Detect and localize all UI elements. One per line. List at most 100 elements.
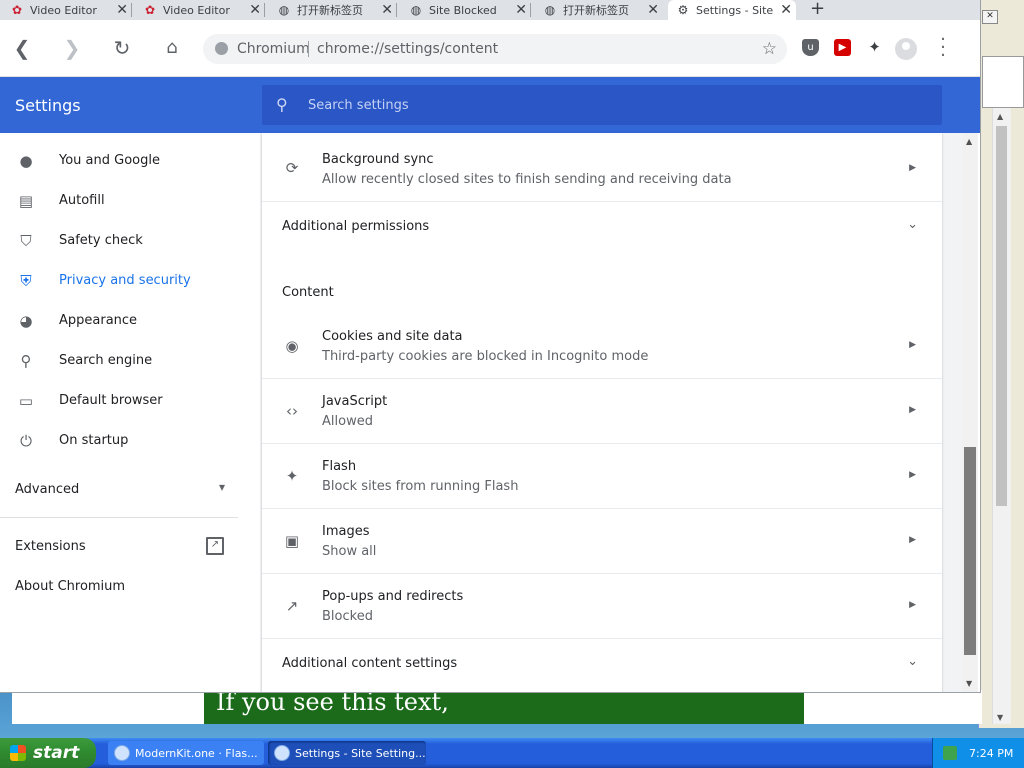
tab-5[interactable]: ◍ 打开新标签页 ✕ — [543, 0, 663, 20]
sidebar-item-label: Appearance — [59, 313, 138, 328]
images-row[interactable]: ▣ Images Show all ▶ — [262, 509, 942, 574]
tab-close-icon[interactable]: ✕ — [780, 2, 792, 18]
menu-dots-icon[interactable]: · · · — [938, 31, 948, 65]
shield-icon: ⛨ — [20, 272, 32, 290]
tab-close-icon[interactable]: ✕ — [249, 2, 261, 18]
network-icon[interactable] — [943, 746, 957, 760]
background-window-close-icon[interactable]: ✕ — [982, 10, 998, 24]
sidebar-item-safety-check[interactable]: ⛉ Safety check — [0, 221, 260, 261]
tab-1[interactable]: ✿ Video Editor ✕ — [10, 0, 132, 20]
open-external-icon: ↗ — [285, 597, 299, 615]
sidebar-extensions-link[interactable]: Extensions — [15, 539, 86, 554]
popups-row[interactable]: ↗ Pop-ups and redirects Blocked ▶ — [262, 574, 942, 639]
settings-scrollbar[interactable]: ▲ ▼ — [962, 133, 978, 692]
sidebar-advanced[interactable]: Advanced ▾ — [15, 480, 225, 502]
address-bar[interactable]: Chromium chrome://settings/content ☆ — [203, 34, 787, 64]
start-button[interactable]: start — [0, 738, 96, 768]
open-external-icon[interactable]: ↗ — [206, 537, 224, 555]
taskbar: start ModernKit.one · Flas... Settings -… — [0, 738, 1024, 768]
arrow-right-icon: ▶ — [909, 535, 916, 545]
sidebar-item-search-engine[interactable]: ⚲ Search engine — [0, 341, 260, 381]
sidebar-item-label: Autofill — [59, 193, 105, 208]
forward-button[interactable]: ❯ — [60, 36, 84, 60]
additional-content-settings-toggle[interactable]: Additional content settings — [282, 656, 457, 671]
browser-window: ✿ Video Editor ✕ ✿ Video Editor ✕ ◍ 打开新标… — [0, 0, 980, 692]
reload-button[interactable]: ↻ — [110, 36, 134, 60]
tab-close-icon[interactable]: ✕ — [515, 2, 527, 18]
new-tab-button[interactable]: + — [810, 0, 825, 19]
tab-2[interactable]: ✿ Video Editor ✕ — [143, 0, 265, 20]
chromium-site-icon — [215, 42, 228, 55]
row-subtitle: Allowed — [322, 414, 373, 429]
video-editor-icon: ✿ — [11, 3, 23, 17]
address-url[interactable]: chrome://settings/content — [317, 41, 498, 57]
javascript-row[interactable]: ‹› JavaScript Allowed ▶ — [262, 379, 942, 444]
cookies-row[interactable]: ◉ Cookies and site data Third-party cook… — [262, 314, 942, 379]
row-title: JavaScript — [322, 394, 388, 409]
bookmark-star-icon[interactable]: ☆ — [762, 39, 777, 59]
arrow-right-icon: ▶ — [909, 600, 916, 610]
tab-close-icon[interactable]: ✕ — [647, 2, 659, 18]
search-icon: ⚲ — [276, 95, 288, 114]
sidebar-divider — [0, 517, 238, 518]
row-subtitle: Allow recently closed sites to finish se… — [322, 172, 732, 187]
taskbar-item-settings[interactable]: Settings - Site Setting... — [268, 741, 426, 765]
chevron-down-icon[interactable]: ⌄ — [907, 654, 918, 669]
sidebar-item-autofill[interactable]: ▤ Autofill — [0, 181, 260, 221]
sidebar-item-on-startup[interactable]: ⏻ On startup — [0, 421, 260, 461]
sidebar-about-link[interactable]: About Chromium — [15, 579, 125, 594]
palette-icon: ◕ — [19, 312, 33, 330]
background-window-scrollbar[interactable]: ▲ ▼ — [992, 108, 1011, 724]
sidebar-item-label: Default browser — [59, 393, 163, 408]
tab-close-icon[interactable]: ✕ — [381, 2, 393, 18]
video-extension-icon[interactable]: ▶ — [834, 39, 851, 56]
sidebar-item-default-browser[interactable]: ▭ Default browser — [0, 381, 260, 421]
tab-3[interactable]: ◍ 打开新标签页 ✕ — [277, 0, 397, 20]
scroll-down-icon[interactable]: ▼ — [966, 679, 972, 688]
ublock-extension-icon[interactable]: u — [802, 39, 819, 56]
sync-icon: ⟳ — [285, 159, 299, 177]
back-button[interactable]: ❮ — [10, 36, 34, 60]
additional-permissions-toggle[interactable]: Additional permissions — [282, 219, 429, 234]
tab-4[interactable]: ◍ Site Blocked ✕ — [409, 0, 531, 20]
sidebar-item-privacy-and-security[interactable]: ⛨ Privacy and security — [0, 261, 260, 301]
chevron-down-icon[interactable]: ⌄ — [907, 217, 918, 232]
power-icon: ⏻ — [20, 432, 32, 450]
address-divider — [308, 41, 309, 57]
tab-title: Video Editor — [163, 3, 230, 17]
row-title: Pop-ups and redirects — [322, 589, 464, 604]
scrollbar-thumb[interactable] — [964, 447, 976, 655]
profile-avatar-icon[interactable] — [895, 38, 917, 60]
code-icon: ‹› — [286, 402, 298, 420]
scrollbar-thumb[interactable] — [996, 126, 1007, 506]
tab-separator — [396, 3, 397, 17]
row-title: Flash — [322, 459, 357, 474]
tab-title: Video Editor — [30, 3, 97, 17]
extensions-puzzle-icon[interactable]: ✦ — [866, 39, 883, 56]
sidebar-item-you-and-google[interactable]: ● You and Google — [0, 141, 260, 181]
address-host: Chromium — [237, 41, 310, 57]
puzzle-icon: ✦ — [285, 467, 299, 485]
globe-icon: ◍ — [410, 3, 422, 17]
search-settings-input[interactable]: ⚲ Search settings — [262, 85, 942, 125]
taskbar-item-label: Settings - Site Setting... — [295, 746, 426, 760]
flash-row[interactable]: ✦ Flash Block sites from running Flash ▶ — [262, 444, 942, 509]
scroll-down-icon[interactable]: ▼ — [997, 713, 1003, 722]
sidebar-item-label: On startup — [59, 433, 129, 448]
chromium-icon — [274, 745, 290, 761]
background-sync-row[interactable]: ⟳ Background sync Allow recently closed … — [262, 133, 942, 202]
arrow-right-icon: ▶ — [909, 163, 916, 173]
tab-settings[interactable]: ⚙ Settings - Site ✕ — [668, 0, 796, 20]
settings-title: Settings — [15, 96, 81, 115]
home-button[interactable]: ⌂ — [160, 36, 184, 60]
scroll-up-icon[interactable]: ▲ — [997, 112, 1003, 121]
video-editor-icon: ✿ — [144, 3, 156, 17]
tab-close-icon[interactable]: ✕ — [116, 2, 128, 18]
tab-strip: ✿ Video Editor ✕ ✿ Video Editor ✕ ◍ 打开新标… — [0, 0, 980, 20]
arrow-right-icon: ▶ — [909, 470, 916, 480]
row-subtitle: Block sites from running Flash — [322, 479, 519, 494]
scroll-up-icon[interactable]: ▲ — [966, 137, 972, 146]
sidebar-item-appearance[interactable]: ◕ Appearance — [0, 301, 260, 341]
sidebar-item-label: Privacy and security — [59, 273, 191, 288]
taskbar-item-modernkit[interactable]: ModernKit.one · Flas... — [108, 741, 264, 765]
